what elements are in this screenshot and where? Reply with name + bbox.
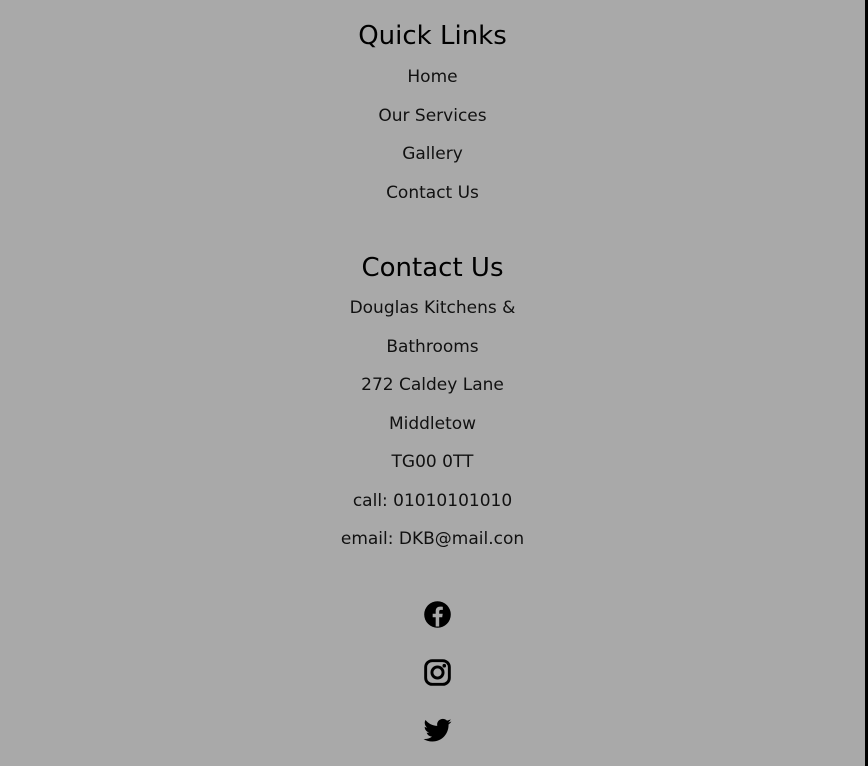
contact-section: Contact Us Douglas Kitchens & Bathrooms …	[0, 252, 865, 566]
company-name-line-2: Bathrooms	[386, 336, 479, 357]
home-link[interactable]: Home	[407, 67, 457, 87]
company-name-line-1: Douglas Kitchens &	[349, 298, 516, 318]
site-footer: Quick Links Home Our Services Gallery Co…	[0, 0, 868, 766]
contact-heading: Contact Us	[361, 253, 504, 283]
quick-links-heading: Quick Links	[358, 21, 507, 51]
contact-us-link[interactable]: Contact Us	[386, 183, 479, 203]
address-postcode: TG00 0TT	[391, 452, 474, 472]
quick-link-item: Gallery	[0, 142, 865, 181]
quick-link-item: Contact Us	[0, 181, 865, 220]
instagram-icon[interactable]	[423, 658, 452, 687]
quick-links-list: Home Our Services Gallery Contact Us	[0, 65, 865, 219]
facebook-icon[interactable]	[423, 600, 452, 629]
quick-link-item: Our Services	[0, 104, 865, 143]
address-town: Middletow	[388, 413, 477, 434]
email-address: email: DKB@mail.con	[340, 529, 525, 549]
our-services-link[interactable]: Our Services	[378, 106, 486, 126]
quick-link-item: Home	[0, 65, 865, 104]
contact-details: Douglas Kitchens & Bathrooms 272 Caldey …	[0, 296, 865, 566]
twitter-icon[interactable]	[423, 716, 452, 745]
address-street: 272 Caldey Lane	[361, 375, 504, 395]
gallery-link[interactable]: Gallery	[402, 144, 463, 164]
phone-number: call: 01010101010	[352, 490, 513, 511]
quick-links-section: Quick Links Home Our Services Gallery Co…	[0, 20, 865, 219]
